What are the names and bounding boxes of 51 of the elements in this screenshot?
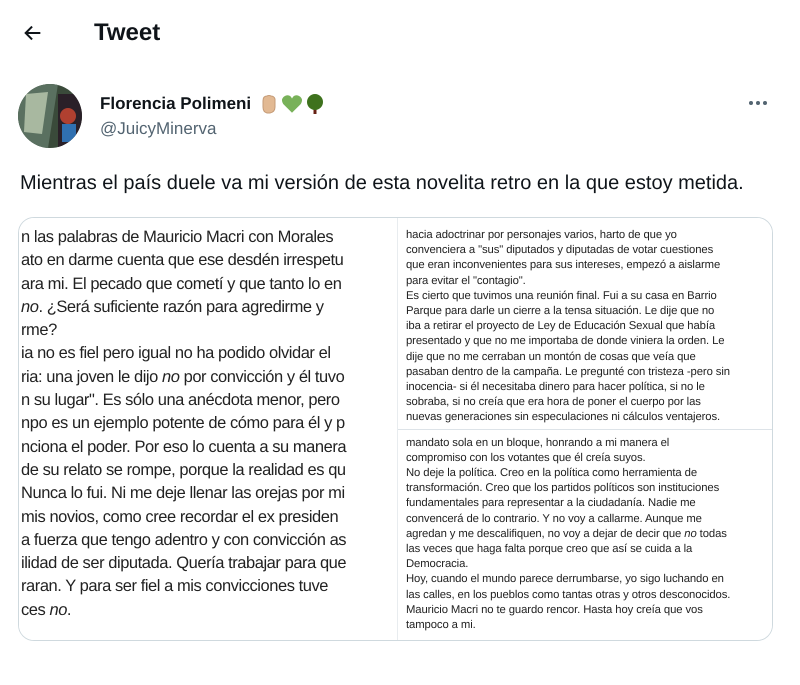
document-line: ria: una joven le dijo no por convicción y él tuvo <box>21 366 346 388</box>
document-line: agredan y me descalifiquen, no voy a dejar de decir que no todas <box>406 526 728 542</box>
document-line: de su relato se rompe, porque la realidad es qu <box>21 460 347 481</box>
document-line: hacia adoctrinar por personajes varios, harto de que yo <box>406 228 678 243</box>
document-line: ia no es fiel pero igual no ha podido olvidar el <box>21 343 332 364</box>
document-line: raran. Y para ser fiel a mis convicciones tuve <box>21 576 330 598</box>
document-line: tampoco a mi. <box>406 618 477 634</box>
document-line: presentado y que no me importaba de donde viniera la orden. Le <box>406 334 726 350</box>
page-title: Tweet <box>94 19 160 47</box>
document-line: ato en darme cuenta que ese desdén irrespetu <box>21 250 344 272</box>
document-line: ces no. <box>21 600 72 621</box>
document-line: iba a retirar el proyecto de Ley de Educación Sexual que había <box>406 319 716 334</box>
document-line: nuevas generaciones sin especulaciones ni cálculos ventajeros. <box>406 410 722 426</box>
document-line: sobraba, si no creía que era hora de poner el cuerpo por las <box>406 395 702 410</box>
document-line: Hoy, cuando el mundo parece derrumbarse, yo sigo luchando en <box>406 572 725 588</box>
author-name[interactable]: Florencia Polimeni <box>100 94 252 114</box>
document-line: Nunca lo fui. Ni me deje llenar las orejas por mi <box>21 483 346 504</box>
document-line: inocencia- si él necesitaba dinero para hacer política, si no le <box>406 380 706 396</box>
document-line: rme? <box>21 320 58 342</box>
document-line: mandato sola en un bloque, honrando a mi manera el <box>406 436 670 451</box>
document-line: convencerá de lo contrario. Y no voy a callarme. Aunque me <box>406 512 703 527</box>
document-line: para evitar el "contagio". <box>406 274 527 289</box>
document-line: dije que no me cerraban un montón de cosas que veía que <box>406 350 697 365</box>
document-line: npo es un ejemplo potente de cómo para él y p <box>21 413 346 434</box>
document-line: compromiso con los votantes que él creía suyos. <box>406 450 647 466</box>
tweet-text: Mientras el país duele va mi versión de esta novelita retro en la que estoy metida. <box>20 171 745 196</box>
document-line: que eran inconvenientes para sus intereses, empezó a aislarme <box>406 258 722 274</box>
document-line: las veces que haga falta porque creo que así se cuida a la <box>406 542 694 558</box>
document-line: Democracia. <box>406 557 470 572</box>
document-line: ilidad de ser diputada. Quería trabajar para que <box>21 553 348 574</box>
document-line: pasaban dentro de la campaña. Le pregunté con tristeza -pero sin <box>406 364 731 380</box>
document-line: convenciera a "sus" diputados y diputadas de votar cuestiones <box>406 243 714 258</box>
document-line: las calles, en los pueblos como tantas otras y otros desconocidos. <box>406 588 732 603</box>
document-line: n su lugar". Es sólo una anécdota menor, pero <box>21 390 341 412</box>
tree-icon <box>305 93 326 115</box>
document-line: Parque para darle un cierre a la tensa situación. Le dije que no <box>406 304 716 320</box>
document-line: a fuerza que tengo adentro y con convicción as <box>21 530 348 551</box>
document-line: fundamentales para representar a la ciudadanía. Nadie me <box>406 496 697 512</box>
document-line: nciona el poder. Por eso lo cuenta a su manera <box>21 436 348 458</box>
document-line: Mauricio Macri no te guardo rencor. Hasta hoy creía que vos <box>406 602 704 618</box>
document-line: mis novios, como cree recordar el ex presiden <box>21 506 340 528</box>
document-line: n las palabras de Mauricio Macri con Morales <box>21 227 334 248</box>
document-line: No deje la política. Creo en la política como herramienta de <box>406 466 698 482</box>
document-line: transformación. Creo que los partidos políticos son instituciones <box>406 481 720 496</box>
more-icon[interactable] <box>748 100 768 106</box>
heart-icon <box>281 94 304 114</box>
author-handle[interactable]: @JuicyMinerva <box>100 119 326 139</box>
document-line: ara mi. El pecado que cometí y que tanto lo en <box>21 274 343 295</box>
document-line: Es cierto que tuvimos una reunión final. Fui a su casa en Barrio <box>406 288 718 304</box>
document-line: no. ¿Será suficiente razón para agredirme y <box>21 296 325 318</box>
document-image[interactable] <box>397 218 772 640</box>
